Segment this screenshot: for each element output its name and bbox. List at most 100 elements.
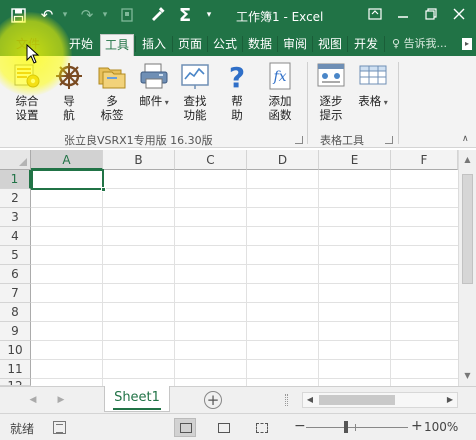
format-painter-icon[interactable] (146, 4, 168, 26)
ribbon-display-icon[interactable] (364, 4, 386, 24)
zoom-level[interactable]: 100% (424, 420, 458, 434)
restore-icon[interactable] (420, 4, 442, 24)
row-header-3[interactable]: 3 (0, 208, 31, 227)
scroll-right-icon[interactable]: ▶ (443, 393, 457, 407)
zoom-in-icon[interactable]: + (411, 418, 423, 434)
row-header-11[interactable]: 11 (0, 360, 31, 379)
horizontal-scrollbar[interactable]: ◀ ▶ (302, 392, 458, 408)
horizontal-scroll-thumb[interactable] (319, 395, 395, 405)
scroll-down-icon[interactable]: ▼ (459, 368, 476, 384)
scroll-left-icon[interactable]: ◀ (303, 393, 317, 407)
vertical-scrollbar[interactable]: ▲ ▼ (458, 150, 476, 386)
fill-handle[interactable] (101, 187, 106, 192)
gear-settings-icon (14, 64, 40, 88)
worksheet-grid: A B C D E F 1 2 3 4 5 6 7 8 9 10 11 12 ▲… (0, 150, 476, 386)
help-button[interactable]: ? 帮 助 (220, 62, 254, 122)
row-header-1[interactable]: 1 (0, 170, 31, 189)
active-cell-a1[interactable] (31, 169, 104, 190)
find-button[interactable]: 查找 功能 (178, 62, 212, 122)
tab-file[interactable]: 文件 (8, 32, 48, 56)
folders-icon (98, 67, 126, 89)
step-tip-label-1: 逐步 (319, 94, 343, 108)
tab-split-handle[interactable] (285, 394, 288, 406)
row-header-12[interactable]: 12 (0, 379, 31, 386)
close-icon[interactable] (448, 4, 470, 24)
ribbon-scroll-right-icon[interactable]: ▸ (462, 38, 472, 50)
step-tip-button[interactable]: 逐步 提示 (314, 62, 348, 122)
undo-dropdown-icon[interactable]: ▾ (54, 4, 76, 26)
redo-dropdown-icon[interactable]: ▾ (94, 4, 116, 26)
row-header-9[interactable]: 9 (0, 322, 31, 341)
column-header-e[interactable]: E (319, 150, 391, 170)
touch-mode-icon[interactable] (116, 4, 138, 26)
tab-review[interactable]: 审阅 (279, 32, 311, 56)
column-header-b[interactable]: B (103, 150, 175, 170)
page-break-view-button[interactable] (250, 418, 272, 437)
column-header-d[interactable]: D (247, 150, 319, 170)
table-format-label-text: 表格 (358, 94, 382, 108)
row-header-6[interactable]: 6 (0, 265, 31, 284)
column-header-f[interactable]: F (391, 150, 458, 170)
scroll-up-icon[interactable]: ▲ (459, 152, 476, 168)
table-format-button[interactable]: 表格 ▾ (356, 62, 390, 110)
tab-separator (384, 36, 385, 52)
multi-label-button[interactable]: 多 标签 (95, 62, 129, 122)
zoom-slider-thumb[interactable] (344, 421, 348, 433)
normal-view-icon (180, 423, 192, 433)
zoom-slider[interactable] (306, 427, 408, 428)
row-header-7[interactable]: 7 (0, 284, 31, 303)
ship-wheel-icon (56, 63, 82, 89)
group-label-main: 张立良VSRX1专用版 16.30版 (64, 134, 213, 147)
tab-separator (277, 36, 278, 52)
help-label-2: 助 (231, 108, 243, 122)
navigation-button[interactable]: 导 航 (52, 62, 86, 122)
collapse-ribbon-icon[interactable]: ∧ (462, 134, 469, 144)
tab-home[interactable]: 开始 (64, 32, 98, 56)
cell-area[interactable] (31, 170, 458, 386)
zoom-out-icon[interactable]: − (294, 418, 306, 434)
page-layout-view-button[interactable] (212, 418, 234, 437)
tab-data[interactable]: 数据 (244, 32, 276, 56)
tab-tools[interactable]: 工具 (100, 34, 134, 56)
group-separator (307, 62, 308, 144)
table-format-label: 表格 ▾ (356, 94, 390, 110)
save-icon[interactable] (7, 4, 29, 26)
minimize-icon[interactable] (392, 4, 414, 24)
row-header-5[interactable]: 5 (0, 246, 31, 265)
mail-button[interactable]: 邮件 ▾ (137, 62, 171, 110)
tab-formulas[interactable]: 公式 (209, 32, 241, 56)
table-dropdown-icon[interactable]: ▾ (381, 98, 388, 107)
select-all-button[interactable] (0, 150, 31, 170)
row-header-8[interactable]: 8 (0, 303, 31, 322)
mail-dropdown-icon[interactable]: ▾ (162, 98, 169, 107)
add-sheet-icon[interactable]: + (204, 391, 222, 409)
autosum-icon[interactable]: Σ (174, 4, 196, 26)
add-function-button[interactable]: fx 添加 函数 (263, 62, 297, 122)
row-header-2[interactable]: 2 (0, 189, 31, 208)
sheet-tabs-bar: ◀ ▶ Sheet1 + ◀ ▶ (0, 386, 476, 413)
tab-separator (135, 36, 136, 52)
tab-page-layout[interactable]: 页面 (174, 32, 206, 56)
sheet-prev-icon[interactable]: ◀ (26, 393, 40, 407)
tell-me-box[interactable]: ♀ 告诉我... (392, 32, 447, 56)
tab-separator (242, 36, 243, 52)
column-header-c[interactable]: C (175, 150, 247, 170)
tab-insert[interactable]: 插入 (137, 32, 171, 56)
tab-developer[interactable]: 开发 (349, 32, 383, 56)
add-function-label-1: 添加 (268, 94, 292, 108)
tab-separator (347, 36, 348, 52)
sheet-tab-sheet1[interactable]: Sheet1 (104, 386, 170, 412)
group-launcher-main-icon[interactable] (295, 136, 303, 144)
column-header-a[interactable]: A (31, 150, 103, 170)
step-tip-label-2: 提示 (319, 108, 343, 122)
sheet-next-icon[interactable]: ▶ (54, 393, 68, 407)
group-launcher-table-icon[interactable] (385, 136, 393, 144)
normal-view-button[interactable] (174, 418, 196, 437)
customize-toolbar-icon[interactable]: ▾ (198, 4, 220, 26)
vertical-scroll-thumb[interactable] (462, 174, 473, 284)
settings-button[interactable]: 综合 设置 (10, 62, 44, 122)
row-header-10[interactable]: 10 (0, 341, 31, 360)
macro-record-icon[interactable] (53, 421, 66, 434)
row-header-4[interactable]: 4 (0, 227, 31, 246)
tab-view[interactable]: 视图 (314, 32, 346, 56)
